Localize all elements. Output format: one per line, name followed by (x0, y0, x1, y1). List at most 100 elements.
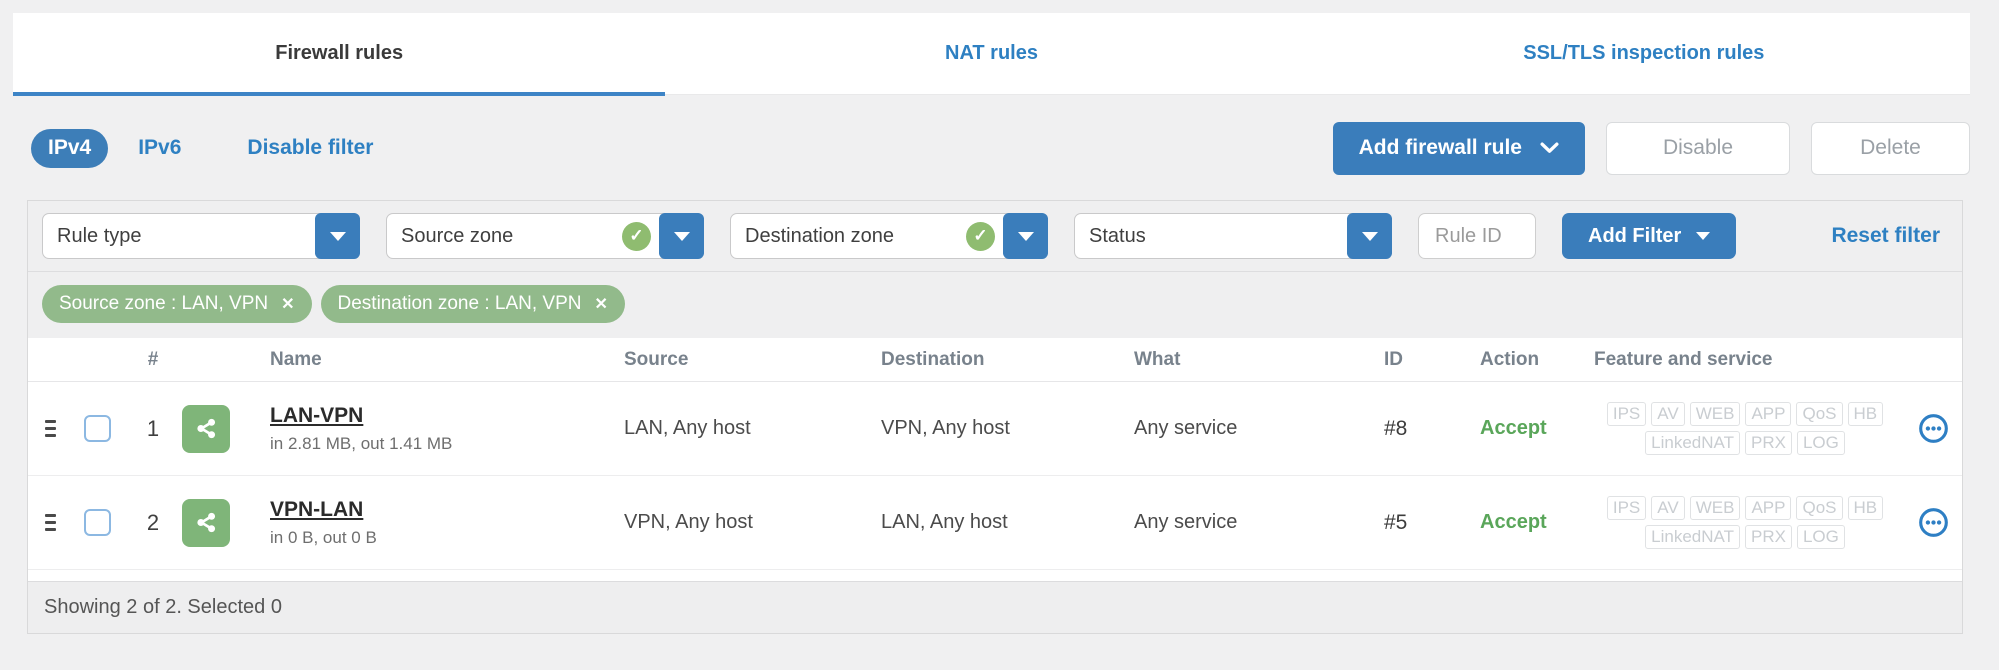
close-icon[interactable]: ✕ (594, 294, 607, 314)
cell-source: LAN, Any host (624, 417, 751, 439)
chip-label: Destination zone : LAN, VPN (337, 293, 582, 314)
cell-destination: LAN, Any host (881, 511, 1008, 533)
rule-traffic: in 0 B, out 0 B (270, 527, 377, 547)
reset-filter-link[interactable]: Reset filter (1831, 224, 1946, 248)
add-filter-label: Add Filter (1588, 224, 1682, 247)
badge-ips: IPS (1606, 496, 1647, 520)
add-firewall-rule-label: Add firewall rule (1358, 136, 1522, 159)
row-number: 1 (146, 415, 160, 441)
share-network-icon[interactable] (182, 404, 230, 453)
badge-app: APP (1745, 496, 1792, 520)
cell-what: Any service (1134, 511, 1238, 533)
drag-handle-icon[interactable] (45, 514, 56, 531)
destination-zone-dropdown[interactable]: Destination zone ✓ (730, 213, 1048, 259)
header-number: # (147, 348, 159, 370)
badge-av: AV (1651, 402, 1685, 426)
status-dropdown[interactable]: Status (1074, 213, 1392, 259)
badge-qos: QoS (1796, 402, 1843, 426)
rule-id-input[interactable] (1418, 213, 1536, 259)
row-menu-ellipsis-icon[interactable] (1918, 413, 1949, 444)
delete-button[interactable]: Delete (1811, 121, 1970, 175)
row-checkbox[interactable] (84, 415, 111, 442)
check-icon: ✓ (966, 221, 995, 251)
table-header: # Name Source Destination What ID Action… (28, 338, 1962, 382)
cell-what: Any service (1134, 417, 1238, 439)
row-number: 2 (146, 509, 160, 535)
disable-filter-link[interactable]: Disable filter (247, 136, 373, 160)
destination-zone-label: Destination zone (745, 224, 894, 247)
badge-linkednat: LinkedNAT (1645, 525, 1740, 549)
ipv6-toggle[interactable]: IPv6 (138, 136, 181, 160)
cell-rule-id: #8 (1384, 416, 1408, 440)
badge-web: WEB (1689, 402, 1741, 426)
cell-action: Accept (1480, 417, 1547, 439)
check-icon: ✓ (622, 221, 651, 251)
badge-av: AV (1651, 496, 1685, 520)
badge-ips: IPS (1606, 402, 1647, 426)
header-action: Action (1480, 348, 1540, 370)
chevron-down-icon (1696, 232, 1711, 240)
badge-qos: QoS (1796, 496, 1843, 520)
chevron-down-icon (1540, 142, 1559, 154)
ipv4-toggle[interactable]: IPv4 (31, 128, 109, 168)
filter-chip-source-zone: Source zone : LAN, VPN ✕ (42, 285, 312, 323)
rule-name-link[interactable]: LAN-VPN (270, 404, 363, 428)
cell-source: VPN, Any host (624, 511, 753, 533)
source-zone-dropdown[interactable]: Source zone ✓ (386, 213, 704, 259)
chip-label: Source zone : LAN, VPN (59, 293, 269, 314)
cell-action: Accept (1480, 511, 1547, 533)
source-zone-label: Source zone (401, 224, 514, 247)
toolbar: IPv4 IPv6 Disable filter Add firewall ru… (31, 120, 1970, 176)
tab-nat-rules[interactable]: NAT rules (665, 13, 1317, 94)
rule-traffic: in 2.81 MB, out 1.41 MB (270, 433, 453, 453)
row-menu-ellipsis-icon[interactable] (1918, 507, 1949, 538)
badge-log: LOG (1796, 431, 1845, 455)
filter-section: Rule type Source zone ✓ Destination zone… (28, 201, 1962, 338)
tab-label: NAT rules (945, 42, 1038, 64)
badge-web: WEB (1689, 496, 1741, 520)
badge-log: LOG (1796, 525, 1845, 549)
feature-badges: IPS AV WEB APP QoS HB LinkedNAT PRX LOG (1594, 496, 1896, 549)
badge-app: APP (1745, 402, 1792, 426)
tab-bar: Firewall rules NAT rules SSL/TLS inspect… (13, 13, 1970, 96)
chevron-down-icon (1347, 213, 1392, 259)
tab-ssl-tls-inspection-rules[interactable]: SSL/TLS inspection rules (1318, 13, 1970, 94)
header-name: Name (270, 348, 322, 370)
chevron-down-icon (315, 213, 360, 259)
add-filter-button[interactable]: Add Filter (1562, 213, 1737, 259)
badge-linkednat: LinkedNAT (1645, 431, 1740, 455)
chevron-down-icon (659, 213, 704, 259)
header-id: ID (1384, 348, 1403, 370)
active-filter-chips: Source zone : LAN, VPN ✕ Destination zon… (28, 272, 1962, 338)
tab-firewall-rules[interactable]: Firewall rules (13, 13, 666, 96)
status-label: Status (1089, 224, 1146, 247)
filter-chip-destination-zone: Destination zone : LAN, VPN ✕ (320, 285, 625, 323)
header-destination: Destination (881, 348, 985, 370)
rule-name-link[interactable]: VPN-LAN (270, 498, 363, 522)
badge-prx: PRX (1744, 525, 1792, 549)
toolbar-actions: Add firewall rule Disable Delete (1332, 121, 1970, 175)
tab-label: SSL/TLS inspection rules (1523, 42, 1765, 64)
chevron-down-icon (1003, 213, 1048, 259)
badge-hb: HB (1847, 496, 1884, 520)
rule-type-label: Rule type (57, 224, 142, 247)
filter-row: Rule type Source zone ✓ Destination zone… (28, 201, 1962, 272)
table-empty-space (28, 570, 1962, 581)
disable-button[interactable]: Disable (1606, 121, 1790, 175)
add-firewall-rule-button[interactable]: Add firewall rule (1332, 121, 1585, 175)
feature-badges: IPS AV WEB APP QoS HB LinkedNAT PRX LOG (1594, 402, 1896, 455)
drag-handle-icon[interactable] (45, 420, 56, 437)
tab-label: Firewall rules (275, 42, 404, 64)
row-checkbox[interactable] (84, 509, 111, 536)
badge-prx: PRX (1744, 431, 1792, 455)
close-icon[interactable]: ✕ (281, 294, 294, 314)
header-feature-and-service: Feature and service (1594, 348, 1773, 370)
table-row: 2 VPN-LAN in 0 B, out 0 B VPN, Any host … (28, 476, 1962, 570)
cell-rule-id: #5 (1384, 510, 1408, 534)
rule-type-dropdown[interactable]: Rule type (42, 213, 360, 259)
table-footer-status: Showing 2 of 2. Selected 0 (28, 581, 1962, 633)
header-source: Source (624, 348, 689, 370)
table-row: 1 LAN-VPN in 2.81 MB, out 1.41 MB LAN, A… (28, 382, 1962, 476)
firewall-rules-panel: Rule type Source zone ✓ Destination zone… (27, 200, 1963, 634)
share-network-icon[interactable] (182, 498, 230, 547)
